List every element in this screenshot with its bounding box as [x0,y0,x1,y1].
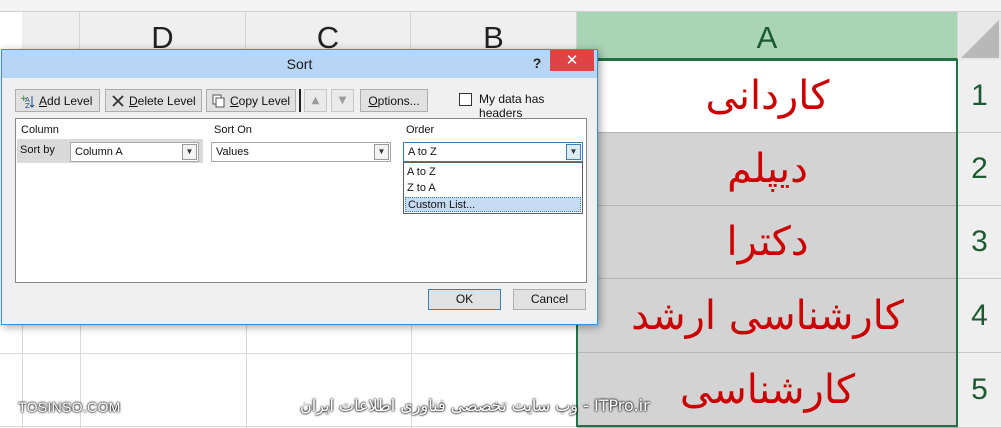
delete-x-icon [110,93,126,109]
copy-level-label-post: opy Level [238,93,291,108]
sheet-top-strip [0,0,1001,12]
cell-a5[interactable]: کارشناسی [577,353,958,428]
sort-on-value: Values [216,146,249,158]
dialog-client: + A Z Add Level Delete Level Copy Level ▲ … [8,78,591,319]
add-level-button[interactable]: + A Z Add Level [15,89,100,112]
row-header-4[interactable]: 4 [958,279,1001,353]
row-header-3[interactable]: 3 [958,206,1001,279]
sort-dialog: Sort ? ✕ + A Z Add Level Delete Level Copy… [1,49,598,325]
copy-level-button[interactable]: Copy Level [206,89,296,112]
delete-level-label: Delete Level [129,94,196,108]
chevron-down-icon[interactable]: ▼ [374,144,389,160]
add-level-label-post: dd Level [47,93,93,108]
move-down-button[interactable]: ▼ [331,89,354,112]
grid-header-column: Column [21,124,59,136]
my-data-has-headers-label[interactable]: My data has headers [479,92,591,120]
gridline [0,353,577,354]
dialog-title: Sort [286,56,313,72]
copy-level-label: Copy Level [230,94,290,108]
grid-header-order: Order [406,124,435,136]
cell-a1[interactable]: کاردانی [577,60,958,133]
ok-button[interactable]: OK [428,289,501,310]
chevron-down-icon[interactable]: ▼ [566,144,581,160]
cell-a2[interactable]: دیپلم [577,133,958,206]
row-header-2[interactable]: 2 [958,133,1001,206]
delete-level-button[interactable]: Delete Level [105,89,202,112]
cancel-button[interactable]: Cancel [513,289,586,310]
row-header-1[interactable]: 1 [958,60,1001,133]
svg-text:Z: Z [25,102,30,109]
delete-level-accesskey: D [129,93,138,108]
grid-header-sort-on: Sort On [214,124,252,136]
sort-column-select[interactable]: Column A ▼ [70,142,199,162]
delete-level-label-post: elete Level [137,93,196,108]
dialog-titlebar[interactable]: Sort ? ✕ [2,50,597,78]
cell-a4[interactable]: کارشناسی ارشد [577,279,958,353]
options-label-post: ptions... [377,93,420,108]
sort-on-select[interactable]: Values ▼ [211,142,391,162]
order-select[interactable]: A to Z ▼ [403,142,583,162]
my-data-has-headers-checkbox[interactable] [459,93,472,106]
options-button[interactable]: Options... [360,89,428,112]
row-header-5[interactable]: 5 [958,353,1001,428]
sort-levels-grid: Column Sort On Order Sort by Column A ▼ … [15,118,587,283]
order-dropdown-list: A to Z Z to A Custom List... [403,162,583,214]
help-button[interactable]: ? [527,53,547,73]
cell-a3[interactable]: دکترا [577,206,958,279]
order-value: A to Z [408,146,437,158]
toolbar-separator [299,89,301,112]
chevron-down-icon[interactable]: ▼ [182,144,197,160]
column-header-a[interactable]: A [577,12,958,60]
add-level-accesskey: A [39,93,48,108]
add-level-label: Add Level [39,94,92,108]
add-level-icon: + A Z [20,93,36,109]
options-label: Options... [368,94,419,108]
headers-label-pre: My data has [479,92,545,106]
copy-level-accesskey: C [230,93,239,108]
select-all-triangle [961,20,999,58]
watermark-tosinso: TOSINSO.COM [18,399,121,415]
order-option-custom-list[interactable]: Custom List... [405,197,581,212]
options-accesskey: O [368,93,378,108]
copy-icon [211,93,227,109]
move-up-button[interactable]: ▲ [304,89,327,112]
order-option-a-to-z[interactable]: A to Z [405,165,581,180]
sort-by-label: Sort by [20,144,55,156]
sort-column-value: Column A [75,146,123,158]
gridline [0,426,577,427]
close-button[interactable]: ✕ [550,50,594,71]
order-option-z-to-a[interactable]: Z to A [405,181,581,196]
select-all-corner[interactable] [958,12,1001,60]
watermark-itpro: ITPro.ir - وب سایت تخصصی فناوری اطلاعات … [300,396,650,415]
